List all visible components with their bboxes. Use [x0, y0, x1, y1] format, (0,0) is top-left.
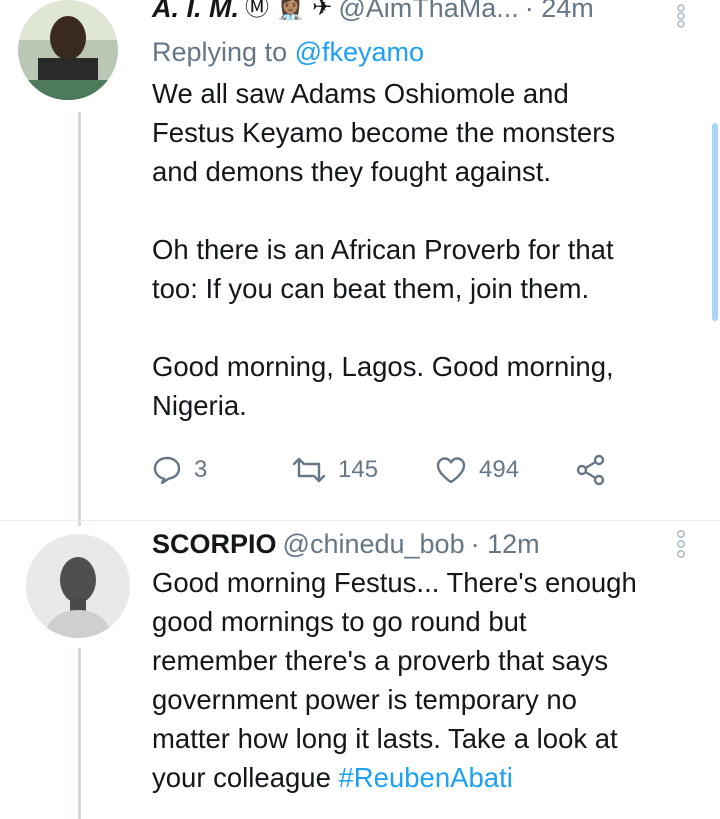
more-icon[interactable]	[675, 530, 687, 563]
handle[interactable]: @chinedu_bob	[283, 528, 465, 560]
reply-count: 3	[194, 456, 208, 483]
more-icon[interactable]	[675, 4, 687, 33]
tweet-scorpio[interactable]: SCORPIO @chinedu_bob · 12m Good morning …	[152, 528, 692, 797]
handle[interactable]: @AimThaMa...	[338, 0, 518, 24]
reply-icon	[153, 456, 181, 485]
reply-button[interactable]: 3	[152, 455, 292, 485]
replying-to-handle-link[interactable]: @fkeyamo	[295, 37, 424, 67]
text-line: too: If you can beat them, join them.	[152, 273, 590, 304]
text-line-last: your colleague #ReubenAbati	[152, 758, 692, 797]
replying-to-label: Replying to	[152, 37, 288, 67]
text-line: good mornings to go round but	[152, 606, 527, 637]
tweet-header: A. I. M. Ⓜ 👩🏽‍⚕️ ✈ @AimThaMa... · 24m	[152, 0, 692, 24]
tweet-divider	[0, 520, 720, 521]
avatar-aim-image	[18, 0, 118, 100]
tweet-text: Good morning Festus... There's enough go…	[152, 563, 692, 797]
tweet-aim[interactable]: A. I. M. Ⓜ 👩🏽‍⚕️ ✈ @AimThaMa... · 24m Re…	[152, 0, 692, 425]
text-line: Nigeria.	[152, 390, 247, 421]
text-line: matter how long it lasts. Take a look at	[152, 723, 618, 754]
text-line: Festus Keyamo become the monsters	[152, 117, 616, 148]
scrollbar[interactable]	[712, 123, 718, 321]
replying-to: Replying to @fkeyamo	[152, 34, 692, 70]
avatar-aim[interactable]	[18, 0, 118, 100]
hashtag-link[interactable]: #ReubenAbati	[339, 762, 513, 793]
timestamp[interactable]: · 24m	[525, 0, 594, 24]
tweet-actions: 3 145 494	[152, 448, 622, 492]
tweet-header: SCORPIO @chinedu_bob · 12m	[152, 528, 692, 560]
text-line: and demons they fought against.	[152, 156, 552, 187]
like-count: 494	[479, 456, 520, 483]
retweet-button[interactable]: 145	[292, 455, 435, 485]
avatar-scorpio[interactable]	[26, 534, 130, 638]
like-button[interactable]: 494	[435, 455, 575, 485]
profile-badges: Ⓜ 👩🏽‍⚕️ ✈	[245, 0, 333, 21]
display-name[interactable]: SCORPIO	[152, 528, 277, 560]
share-button[interactable]	[575, 454, 607, 486]
retweet-count: 145	[338, 456, 379, 483]
display-name[interactable]: A. I. M.	[152, 0, 239, 24]
more-icon-svg	[677, 4, 685, 28]
text-line: remember there's a proverb that says	[152, 645, 609, 676]
text-line: your colleague	[152, 762, 339, 793]
more-icon-svg	[677, 530, 685, 558]
text-line: We all saw Adams Oshiomole and	[152, 78, 569, 109]
tweet-text: We all saw Adams Oshiomole and Festus Ke…	[152, 74, 692, 425]
text-line: government power is temporary no	[152, 684, 577, 715]
thread-line-bottom	[78, 648, 81, 819]
like-icon	[436, 457, 466, 484]
timestamp[interactable]: · 12m	[471, 528, 540, 560]
thread-line-top	[78, 112, 81, 526]
text-line: Oh there is an African Proverb for that	[152, 234, 614, 265]
text-line: Good morning, Lagos. Good morning,	[152, 351, 614, 382]
text-line: Good morning Festus... There's enough	[152, 567, 637, 598]
retweet-icon	[292, 457, 326, 483]
share-icon	[576, 454, 605, 486]
avatar-scorpio-image	[26, 534, 130, 638]
